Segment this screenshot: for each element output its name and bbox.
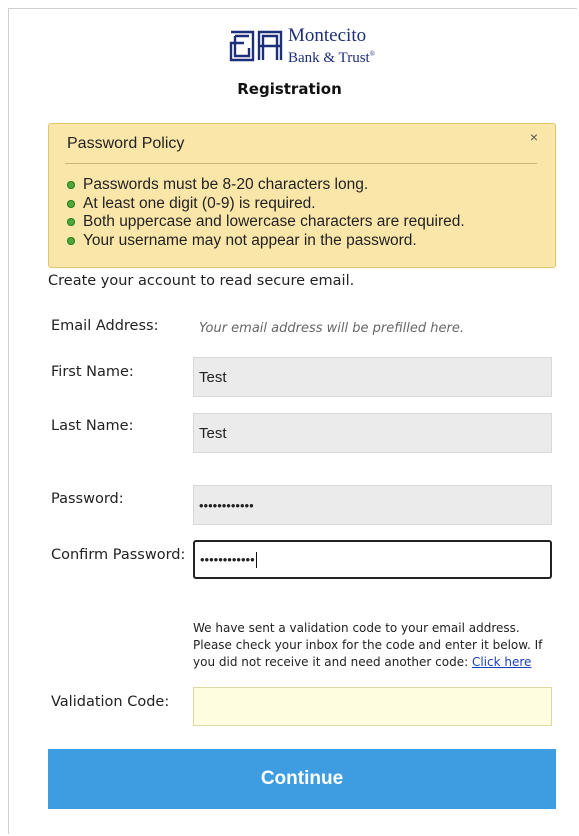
validation-code-field[interactable] — [193, 687, 552, 726]
policy-item-text: Your username may not appear in the pass… — [83, 231, 417, 249]
continue-button[interactable]: Continue — [48, 749, 556, 809]
policy-item: Your username may not appear in the pass… — [67, 232, 465, 251]
bullet-icon — [67, 181, 75, 190]
bullet-icon — [67, 218, 75, 227]
last-name-field[interactable]: Test — [193, 413, 552, 453]
bullet-icon — [67, 236, 75, 245]
page-title: Registration — [237, 80, 342, 98]
password-label: Password: — [51, 491, 124, 507]
bank-name-line2: Bank & Trust® — [288, 46, 375, 66]
confirm-password-value: •••••••••••• — [200, 552, 255, 567]
close-icon[interactable]: × — [530, 129, 538, 145]
policy-title: Password Policy — [67, 135, 185, 152]
confirm-password-field[interactable]: •••••••••••• — [193, 540, 552, 579]
policy-divider — [65, 163, 537, 164]
first-name-label: First Name: — [51, 364, 134, 380]
confirm-password-label: Confirm Password: — [51, 547, 186, 563]
bullet-icon — [67, 199, 75, 208]
policy-item-text: At least one digit (0-9) is required. — [83, 194, 316, 212]
first-name-field[interactable]: Test — [193, 357, 552, 397]
policy-item: Passwords must be 8-20 characters long. — [67, 176, 465, 195]
bank-logo-icon — [229, 30, 283, 62]
text-caret — [255, 551, 257, 568]
policy-item-text: Passwords must be 8-20 characters long. — [83, 176, 369, 193]
resend-code-link[interactable]: Click here — [472, 655, 531, 669]
last-name-label: Last Name: — [51, 418, 134, 434]
policy-item: At least one digit (0-9) is required. — [67, 195, 465, 214]
bank-name-line2-text: Bank & Trust — [288, 50, 370, 66]
registered-mark: ® — [369, 50, 376, 58]
policy-item: Both uppercase and lowercase characters … — [67, 213, 465, 232]
validation-notice: We have sent a validation code to your e… — [193, 620, 549, 671]
bank-name-line1: Montecito — [288, 25, 367, 46]
policy-list: Passwords must be 8-20 characters long. … — [67, 176, 465, 250]
email-label: Email Address: — [51, 318, 159, 334]
validation-code-label: Validation Code: — [51, 694, 170, 710]
bank-name: Montecito Bank & Trust® — [288, 25, 375, 67]
password-field[interactable]: •••••••••••• — [193, 485, 552, 525]
policy-item-text: Both uppercase and lowercase characters … — [83, 213, 465, 230]
email-hint: Your email address will be prefilled her… — [199, 321, 464, 336]
intro-text: Create your account to read secure email… — [48, 273, 355, 289]
password-policy-box: Password Policy × Passwords must be 8-20… — [48, 123, 556, 268]
